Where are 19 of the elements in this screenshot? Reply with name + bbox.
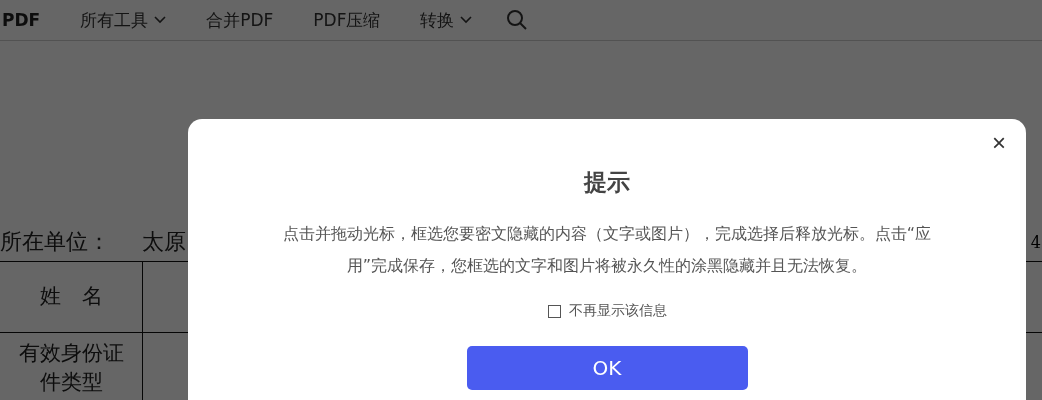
search-icon[interactable] [506, 9, 529, 31]
unit-value: 太原 [142, 228, 186, 256]
table-cell-text: 姓 名 [38, 283, 104, 311]
table-cell-text: 有效身份证件类型 [17, 339, 125, 396]
close-button[interactable]: × [988, 131, 1010, 155]
chevron-down-icon [154, 16, 167, 24]
nav-menu-item[interactable]: PDF压缩 [313, 8, 381, 32]
nav-menu-item[interactable]: 所有工具 [80, 8, 167, 32]
logo[interactable]: PDF [2, 10, 41, 30]
checkbox[interactable] [547, 304, 561, 318]
dialog-title: 提示 [584, 168, 630, 197]
ok-button[interactable]: OK [466, 346, 748, 390]
dialog-message: 点击并拖动光标，框选您要密文隐藏的内容（文字或图片），完成选择后释放光标。点击“应用”完成保存，您框选的文字和图片将被永久性的涂黑隐藏并且无法恢复。 [281, 223, 933, 277]
page-number: 4 [1030, 232, 1041, 252]
checkbox-label[interactable]: 不再显示该信息 [568, 302, 667, 320]
nav-menu-item[interactable]: 合并PDF [206, 8, 274, 32]
nav-menu-item[interactable]: 转换 [420, 8, 473, 32]
unit-label: 所在单位： [0, 228, 111, 256]
chevron-down-icon [460, 16, 473, 24]
